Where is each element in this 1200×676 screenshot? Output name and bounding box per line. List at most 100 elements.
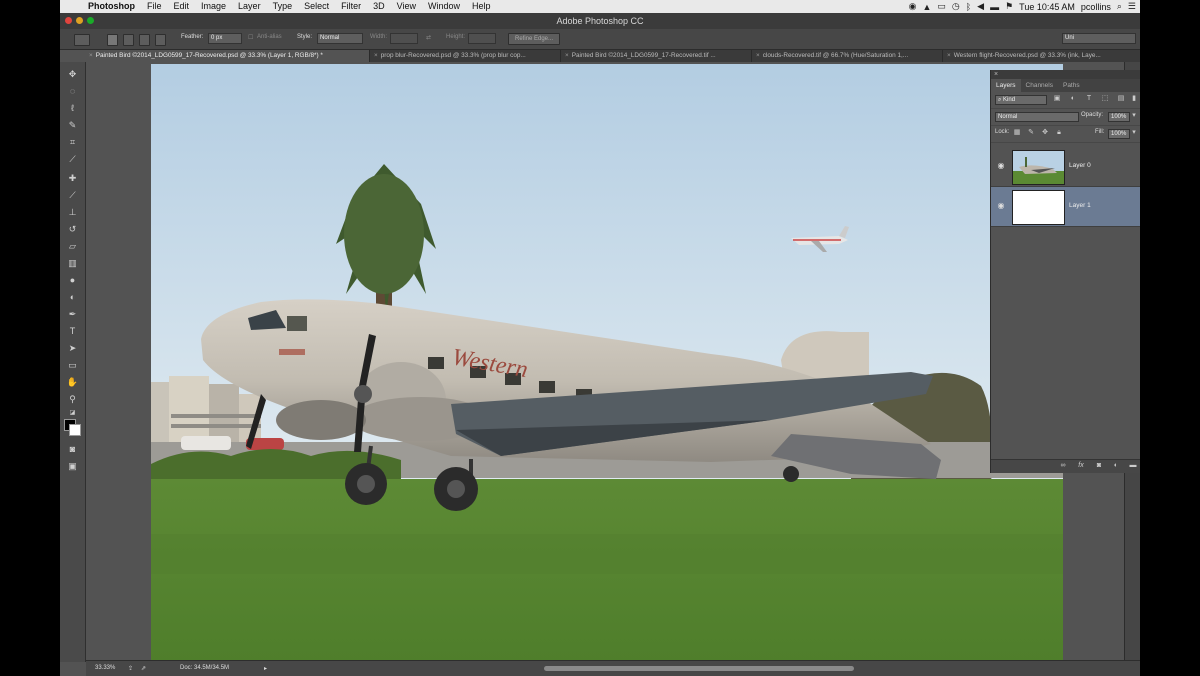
close-window-button[interactable] [65, 17, 72, 24]
filter-toggle-icon[interactable]: ▮ [1130, 95, 1138, 103]
share-icon[interactable]: ⇗ [141, 665, 146, 672]
menu-type[interactable]: Type [267, 0, 299, 13]
lock-all-icon[interactable]: 🔒︎ [1055, 129, 1063, 137]
display-icon[interactable]: ▭ [937, 1, 946, 12]
export-icon[interactable]: ⇪ [128, 665, 133, 672]
document-canvas[interactable]: Western [151, 64, 1063, 662]
menubar-user[interactable]: pcollins [1081, 2, 1111, 12]
filter-pixel-icon[interactable]: ▣ [1053, 95, 1061, 103]
cloud-icon[interactable]: ▲ [922, 2, 931, 12]
tab-prop-blur[interactable]: × prop blur-Recovered.psd @ 33.3% (prop b… [370, 50, 561, 62]
screen-mode-icon[interactable]: ▣ [66, 460, 79, 473]
healing-brush-tool-icon[interactable]: ✚ [66, 172, 79, 185]
zoom-level[interactable]: 33.33% [95, 665, 115, 671]
background-color-swatch[interactable] [69, 424, 81, 436]
history-brush-tool-icon[interactable]: ↺ [66, 223, 79, 236]
menu-select[interactable]: Select [298, 0, 335, 13]
menu-window[interactable]: Window [422, 0, 466, 13]
menu-3d[interactable]: 3D [367, 0, 391, 13]
width-input[interactable] [390, 33, 418, 44]
tab-layers[interactable]: Layers [991, 79, 1021, 92]
brush-tool-icon[interactable]: ⟋ [66, 189, 79, 202]
opacity-input[interactable]: 100% [1108, 112, 1130, 122]
close-panel-icon[interactable]: × [994, 71, 998, 78]
tool-preset-picker[interactable] [74, 34, 90, 46]
shape-tool-icon[interactable]: ▭ [66, 359, 79, 372]
lock-position-icon[interactable]: ✥ [1041, 129, 1049, 137]
marquee-tool-icon[interactable]: ◌ [66, 85, 79, 98]
tab-painted-bird[interactable]: × Painted Bird ©2014_LDG0599_17-Recovered… [85, 50, 370, 62]
spotlight-icon[interactable]: ⌕ [1117, 1, 1122, 12]
tab-channels[interactable]: Channels [1021, 79, 1058, 92]
refine-edge-button[interactable]: Refine Edge... [508, 33, 560, 45]
link-icon[interactable]: ∞ [1059, 462, 1067, 470]
add-selection-icon[interactable] [123, 34, 134, 46]
subtract-selection-icon[interactable] [139, 34, 150, 46]
dodge-tool-icon[interactable]: ◐ [66, 291, 79, 304]
type-tool-icon[interactable]: T [66, 325, 79, 338]
lock-image-icon[interactable]: ✎ [1027, 129, 1035, 137]
bluetooth-icon[interactable]: ᛒ [966, 2, 971, 12]
layer-filter-select[interactable]: ⌕ Kind [995, 95, 1047, 105]
wifi-icon[interactable]: ◉ [909, 1, 917, 12]
pen-tool-icon[interactable]: ✒ [66, 308, 79, 321]
blend-mode-select[interactable]: Normal [995, 112, 1079, 122]
tab-clouds[interactable]: × clouds-Recovered.tif @ 66.7% (Hue/Satur… [752, 50, 943, 62]
opacity-slider-icon[interactable]: ▾ [1130, 112, 1138, 120]
filter-shape-icon[interactable]: ⬚ [1101, 95, 1109, 103]
mask-icon[interactable]: ◙ [1095, 462, 1103, 470]
style-select[interactable]: Normal [317, 33, 363, 44]
menu-app[interactable]: Photoshop [82, 0, 141, 13]
adjustment-icon[interactable]: ◐ [1112, 462, 1120, 470]
menu-file[interactable]: File [141, 0, 168, 13]
lasso-tool-icon[interactable]: ℓ [66, 102, 79, 115]
menu-view[interactable]: View [391, 0, 422, 13]
flag-icon[interactable]: ⚑ [1005, 1, 1013, 12]
filter-type-icon[interactable]: T [1085, 95, 1093, 103]
antialias-checkbox[interactable]: ☐ [248, 34, 253, 41]
notifications-icon[interactable]: ☰ [1128, 1, 1136, 12]
fx-icon[interactable]: fx [1077, 462, 1085, 470]
close-tab-icon[interactable]: × [565, 52, 569, 59]
menu-image[interactable]: Image [195, 0, 232, 13]
zoom-tool-icon[interactable]: ⚲ [66, 393, 79, 406]
time-machine-icon[interactable]: ◷ [952, 1, 960, 12]
blur-tool-icon[interactable]: ● [66, 274, 79, 287]
intersect-selection-icon[interactable] [155, 34, 166, 46]
layer-row-layer-1[interactable]: ◉ Layer 1 [991, 187, 1140, 227]
crop-tool-icon[interactable]: ⌗ [66, 136, 79, 149]
feather-input[interactable]: 0 px [208, 33, 242, 44]
tab-paths[interactable]: Paths [1058, 79, 1085, 92]
close-tab-icon[interactable]: × [756, 52, 760, 59]
eraser-tool-icon[interactable]: ▱ [66, 240, 79, 253]
menubar-clock[interactable]: Tue 10:45 AM [1019, 2, 1075, 12]
swap-dimensions-icon[interactable]: ⇄ [426, 34, 431, 41]
workspace-select[interactable]: Uni [1062, 33, 1136, 44]
menu-edit[interactable]: Edit [168, 0, 196, 13]
move-tool-icon[interactable]: ✥ [66, 68, 79, 81]
new-selection-icon[interactable] [107, 34, 118, 46]
battery-icon[interactable]: ▬ [990, 2, 999, 12]
fill-slider-icon[interactable]: ▾ [1130, 129, 1138, 137]
height-input[interactable] [468, 33, 496, 44]
tab-painted-bird-tif[interactable]: × Painted Bird ©2014_LDG0599_17-Recovered… [561, 50, 752, 62]
menu-help[interactable]: Help [466, 0, 497, 13]
close-tab-icon[interactable]: × [947, 52, 951, 59]
layer-name[interactable]: Layer 1 [1069, 202, 1091, 209]
minimize-window-button[interactable] [76, 17, 83, 24]
visibility-eye-icon[interactable]: ◉ [996, 201, 1006, 211]
filter-smart-icon[interactable]: ▤ [1117, 95, 1125, 103]
filter-adjustment-icon[interactable]: ◐ [1069, 95, 1077, 103]
close-tab-icon[interactable]: × [89, 52, 93, 59]
zoom-window-button[interactable] [87, 17, 94, 24]
layer-row-layer-0[interactable]: ◉ Layer 0 [991, 147, 1140, 187]
layer-name[interactable]: Layer 0 [1069, 162, 1091, 169]
menu-layer[interactable]: Layer [232, 0, 267, 13]
clone-stamp-tool-icon[interactable]: ⊥ [66, 206, 79, 219]
gradient-tool-icon[interactable]: ▥ [66, 257, 79, 270]
horizontal-scrollbar[interactable] [544, 666, 854, 671]
close-tab-icon[interactable]: × [374, 52, 378, 59]
menu-filter[interactable]: Filter [335, 0, 367, 13]
fill-input[interactable]: 100% [1108, 129, 1130, 139]
status-menu-arrow-icon[interactable]: ▸ [264, 665, 267, 672]
